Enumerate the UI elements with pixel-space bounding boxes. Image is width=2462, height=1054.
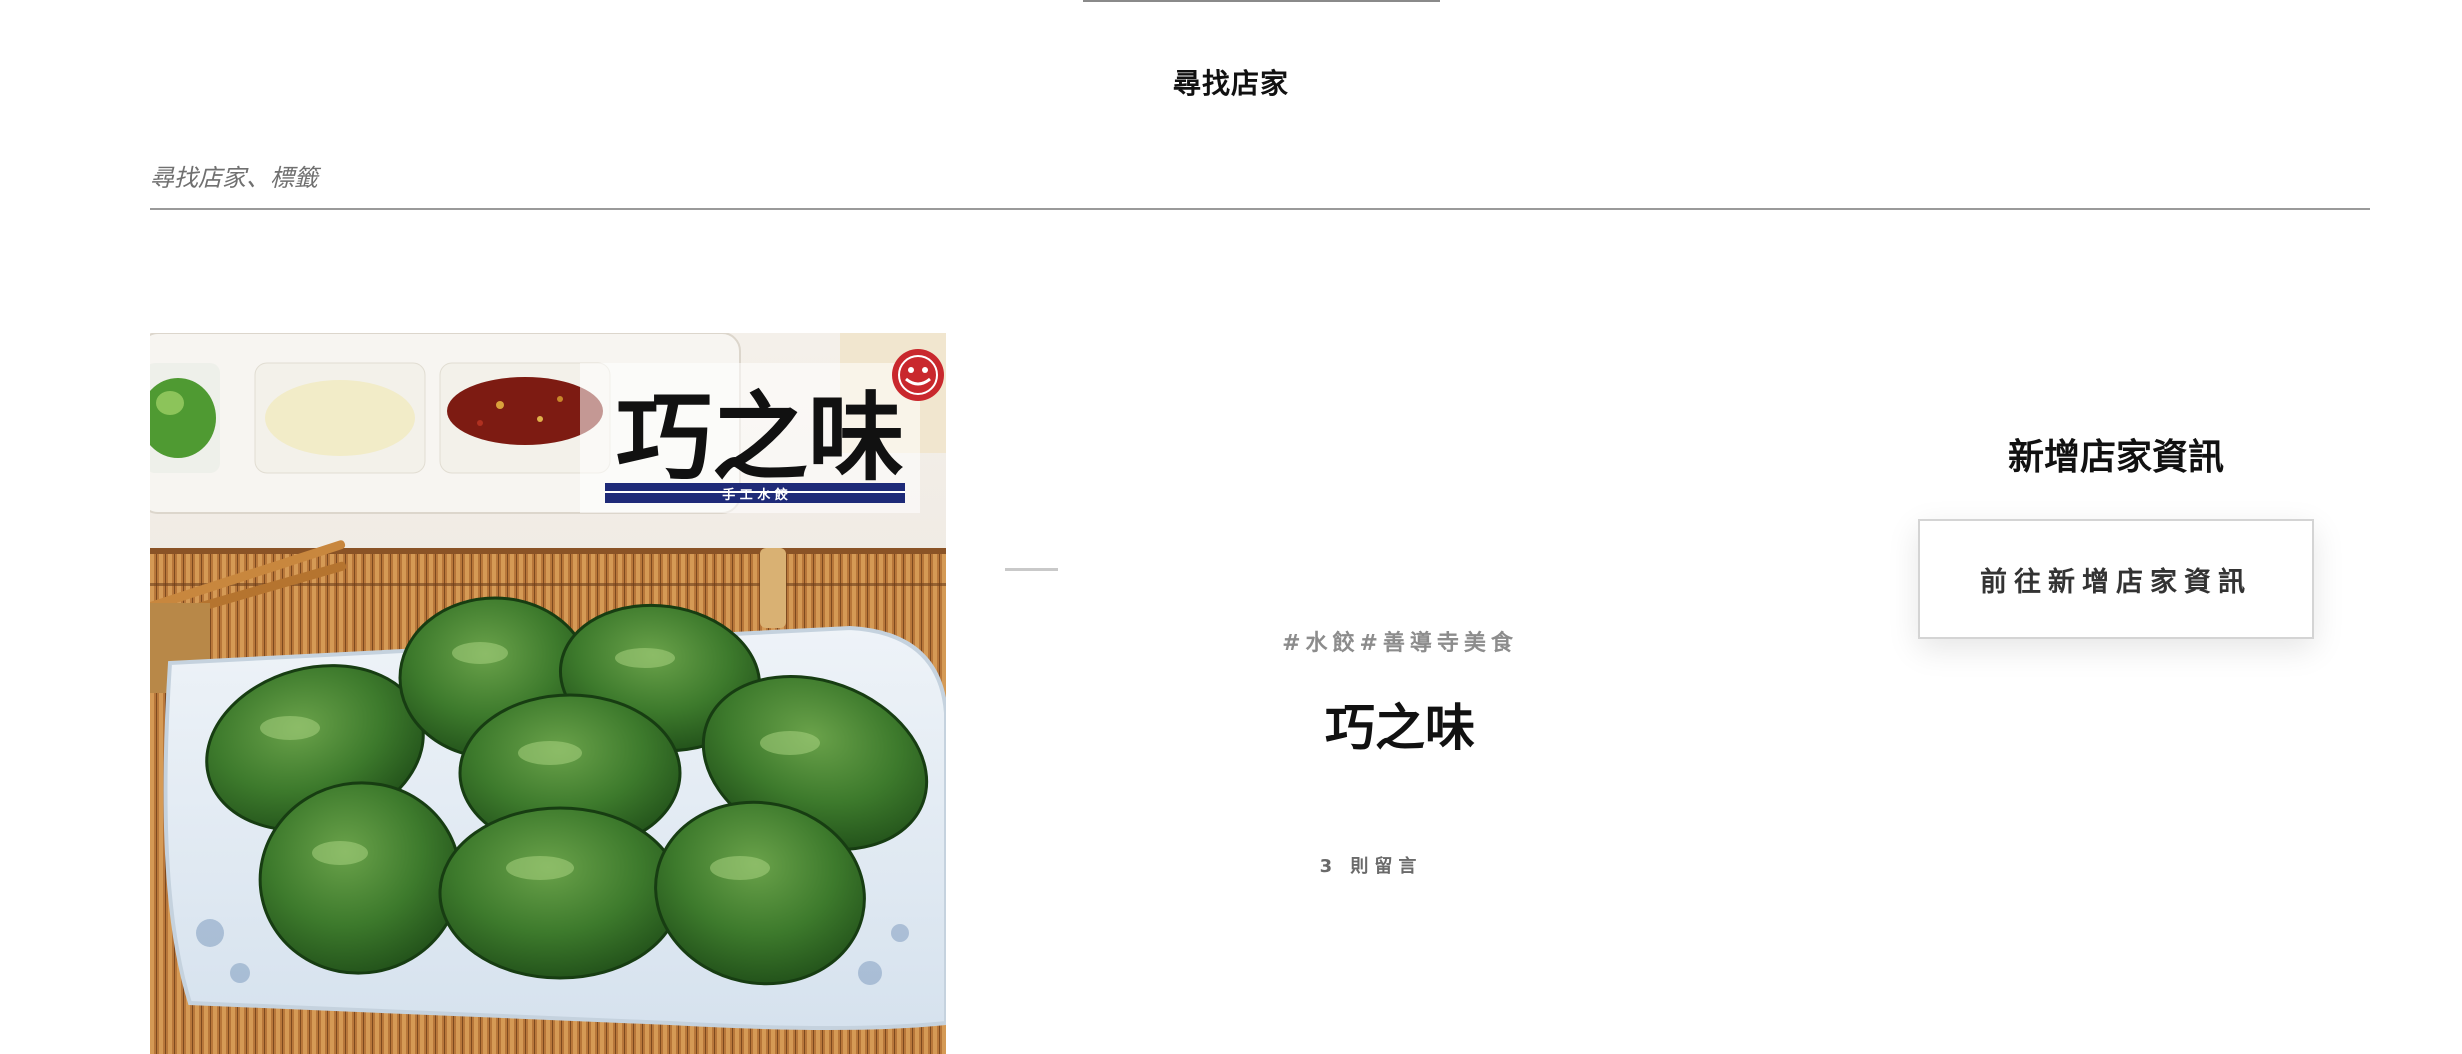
logo-text: 巧之味 [616,381,904,494]
comment-count[interactable]: 3 則留言 [1160,852,1582,878]
top-divider [1083,0,1440,2]
store-tags: #水餃#善導寺美食 [1160,625,1640,657]
add-store-button[interactable]: 前往新增店家資訊 [1918,519,2314,639]
logo-subtitle: 手 工 水 餃 [722,487,789,503]
tag-link[interactable]: #善導寺美食 [1360,631,1518,656]
add-store-title: 新增店家資訊 [2007,437,2224,478]
search-input[interactable] [150,148,2370,210]
store-image[interactable]: 巧之味 手 工 水 餃 [150,333,946,1054]
store-name[interactable]: 巧之味 [1160,688,1640,760]
card-divider [1005,568,1058,571]
page: 尋找店家 尋找店家、標籤 巧之味 手 工 水 餃 #水餃#善導寺美食 巧之味 3… [0,0,2462,1054]
search-section-title: 尋找店家 [1172,67,1289,100]
tag-link[interactable]: #水餃 [1282,631,1359,656]
